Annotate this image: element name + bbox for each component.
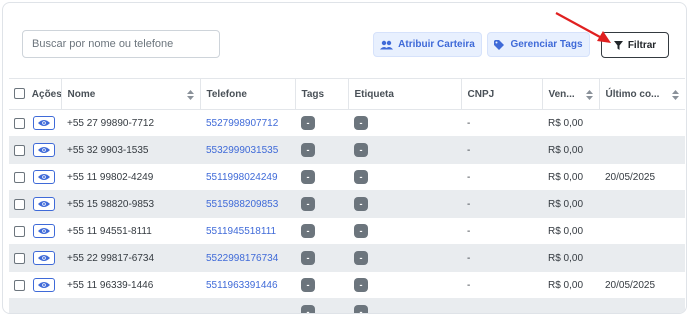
- tags-cell: -: [295, 299, 348, 314]
- contact-phone-cell: [200, 299, 295, 314]
- row-actions-cell: [9, 299, 61, 314]
- annotation-arrow: [0, 0, 688, 299]
- contact-name: [61, 299, 200, 314]
- tag-badge: -: [301, 305, 315, 314]
- label-cell: -: [348, 299, 461, 314]
- last-contact-cell: [599, 299, 685, 314]
- table-row[interactable]: --: [9, 299, 685, 314]
- cnpj-cell: [461, 299, 542, 314]
- sales-cell: [542, 299, 599, 314]
- label-badge: -: [354, 305, 368, 314]
- annotation-arrow-line: [556, 13, 600, 37]
